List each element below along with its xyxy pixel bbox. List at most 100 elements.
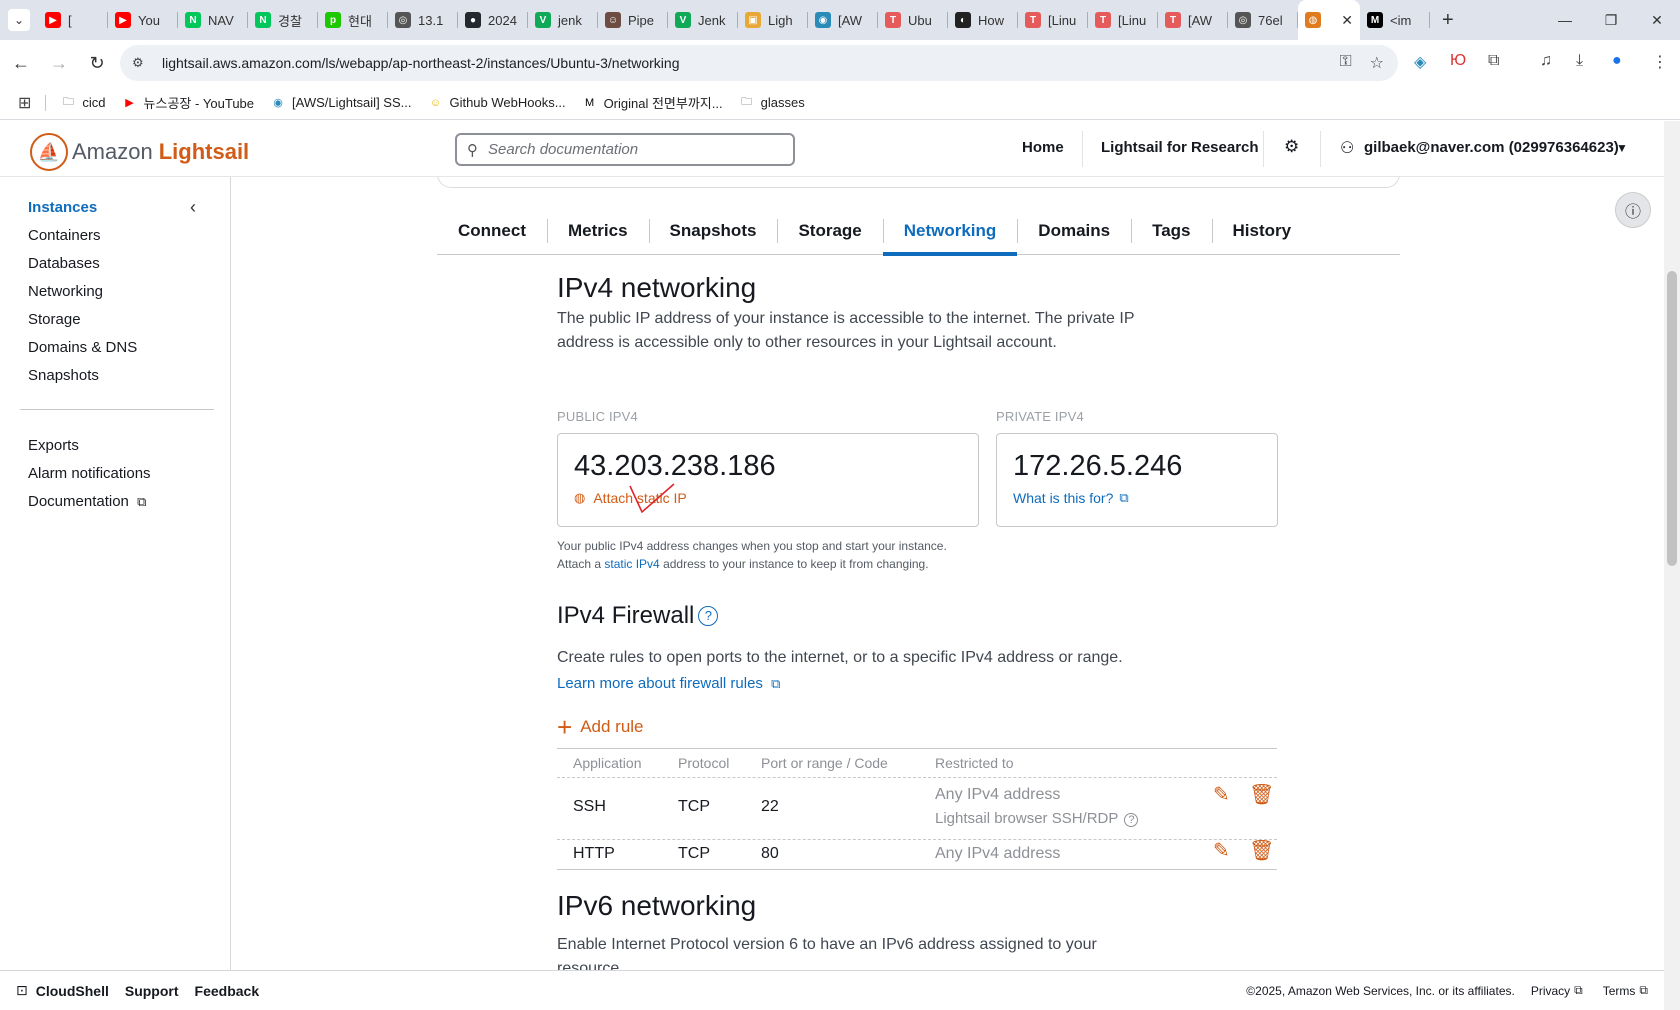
lightsail-logo[interactable]: ⛵ Amazon Lightsail	[30, 133, 249, 171]
password-key-icon[interactable]: ⚿	[1339, 53, 1351, 73]
browser-menu-icon[interactable]: ⋮	[1652, 52, 1668, 72]
collapse-sidebar-icon[interactable]: ‹	[190, 197, 196, 218]
learn-firewall-link[interactable]: Learn more about firewall rules ⧉	[557, 675, 780, 692]
delete-rule-icon[interactable]: 🗑	[1249, 838, 1274, 863]
browser-tab[interactable]: T [Linu	[1018, 0, 1088, 40]
settings-gear-icon[interactable]: ⚙	[1284, 137, 1299, 157]
extension-yu-icon[interactable]: Ю	[1450, 52, 1466, 70]
naver-favicon-icon: N	[255, 12, 271, 28]
bookmark-item[interactable]: ▶ 뉴스공장 - YouTube	[122, 93, 254, 112]
browser-tab[interactable]: ◍ ✕	[1298, 0, 1360, 40]
sidebar-item-containers[interactable]: Containers	[28, 227, 101, 244]
tab-snapshots[interactable]: Snapshots	[648, 207, 778, 255]
terms-link[interactable]: Terms	[1603, 984, 1636, 998]
download-icon[interactable]: ⤓	[1576, 52, 1583, 70]
col-protocol: Protocol	[678, 755, 730, 771]
sidebar-item-exports[interactable]: Exports	[28, 437, 79, 454]
account-menu[interactable]: gilbaek@naver.com (029976364623)	[1364, 139, 1619, 156]
what-is-this-for-link[interactable]: What is this for? ⧉	[1013, 490, 1129, 506]
close-tab-icon[interactable]: ✕	[1341, 12, 1353, 29]
browser-tab[interactable]: ▶[	[38, 0, 108, 40]
bookmark-item[interactable]: M Original 전면부까지...	[582, 93, 723, 112]
sidebar-item-storage[interactable]: Storage	[28, 311, 81, 328]
tab-metrics[interactable]: Metrics	[547, 207, 649, 255]
minimize-icon[interactable]: —	[1542, 0, 1588, 40]
privacy-link[interactable]: Privacy	[1531, 984, 1570, 998]
cell-restricted: Any IPv4 address	[935, 845, 1061, 862]
sidebar-item-instances[interactable]: Instances	[28, 199, 97, 216]
browser-tab[interactable]: V Jenk	[668, 0, 738, 40]
tab-tags[interactable]: Tags	[1131, 207, 1211, 255]
page-scrollbar[interactable]	[1664, 121, 1680, 1010]
tab-history[interactable]: History	[1211, 207, 1313, 255]
nav-home-link[interactable]: Home	[1022, 139, 1064, 156]
browser-tab[interactable]: M <im	[1360, 0, 1430, 40]
tab-search-dropdown-icon[interactable]: ⌄	[8, 9, 30, 31]
tab-connect[interactable]: Connect	[437, 207, 547, 255]
close-window-icon[interactable]: ✕	[1634, 0, 1680, 40]
ipv4-note-line1: Your public IPv4 address changes when yo…	[557, 539, 947, 553]
browser-tab[interactable]: T Ubu	[878, 0, 948, 40]
reload-icon[interactable]: ↻	[80, 46, 114, 80]
ssh-help-icon[interactable]: ?	[1124, 813, 1139, 827]
browser-tab[interactable]: ◉ [AW	[808, 0, 878, 40]
browser-tab[interactable]: T [AW	[1158, 0, 1228, 40]
browser-tab[interactable]: ◐ How	[948, 0, 1018, 40]
sidebar-item-databases[interactable]: Databases	[28, 255, 100, 272]
feedback-link[interactable]: Feedback	[195, 983, 260, 999]
browser-tab[interactable]: ◎ 13.1	[388, 0, 458, 40]
media-control-icon[interactable]: ♫	[1540, 52, 1552, 70]
bookmark-item[interactable]: ☺ Github WebHooks...	[427, 95, 566, 111]
bookmark-item[interactable]: 🗀 glasses	[739, 95, 805, 111]
browser-tab[interactable]: ▶ You	[108, 0, 178, 40]
sidebar-item-documentation[interactable]: Documentation ⧉	[28, 493, 146, 510]
static-ipv4-link[interactable]: static IPv4	[604, 557, 659, 571]
cell-restricted: Any IPv4 address	[935, 786, 1061, 803]
extension-aws-icon[interactable]: ◈	[1414, 52, 1426, 72]
browser-tab[interactable]: ▣ Ligh	[738, 0, 808, 40]
info-panel-icon[interactable]: ⓘ	[1615, 192, 1651, 228]
delete-rule-icon[interactable]: 🗑	[1249, 782, 1274, 807]
edit-rule-icon[interactable]: ✎	[1213, 838, 1230, 863]
apps-grid-icon[interactable]: ⊞	[18, 93, 31, 113]
bookmark-item[interactable]: 🗀 cicd	[60, 95, 106, 111]
tab-networking[interactable]: Networking	[882, 207, 1018, 256]
address-bar[interactable]: ⚙ lightsail.aws.amazon.com/ls/webapp/ap-…	[120, 45, 1398, 81]
search-documentation-input[interactable]: ⚲ Search documentation	[455, 133, 795, 166]
browser-tab[interactable]: p 현대	[318, 0, 388, 40]
note-pre: Attach a	[557, 557, 605, 571]
browser-tab[interactable]: Vjenk	[528, 0, 598, 40]
new-tab-icon[interactable]: +	[1442, 9, 1454, 32]
extensions-puzzle-icon[interactable]: ⧉	[1488, 52, 1499, 70]
restore-icon[interactable]: ❐	[1588, 0, 1634, 40]
bookmark-star-icon[interactable]: ☆	[1370, 53, 1384, 73]
nav-research-link[interactable]: Lightsail for Research	[1101, 139, 1259, 156]
profile-avatar-icon[interactable]: ●	[1612, 52, 1622, 70]
back-icon[interactable]: ←	[4, 46, 38, 80]
browser-tab[interactable]: T [Linu	[1088, 0, 1158, 40]
browser-tab[interactable]: ◎ 76el	[1228, 0, 1298, 40]
folder-icon: 🗀	[741, 96, 753, 108]
bookmark-item[interactable]: ◉ [AWS/Lightsail] SS...	[270, 95, 411, 111]
browser-tab[interactable]: N NAV	[178, 0, 248, 40]
sidebar-item-domains[interactable]: Domains & DNS	[28, 339, 137, 356]
site-info-icon[interactable]: ⚙	[132, 55, 150, 71]
firewall-help-icon[interactable]: ?	[698, 605, 719, 626]
edit-rule-icon[interactable]: ✎	[1213, 782, 1230, 807]
browser-tab[interactable]: ☺ Pipe	[598, 0, 668, 40]
cloudshell-button[interactable]: ⊡ CloudShell	[16, 982, 109, 999]
tab-domains[interactable]: Domains	[1017, 207, 1131, 255]
sidebar-item-snapshots[interactable]: Snapshots	[28, 367, 99, 384]
account-caret-icon[interactable]: ▼	[1616, 141, 1628, 155]
browser-tab[interactable]: ● 2024	[458, 0, 528, 40]
scrollbar-thumb[interactable]	[1667, 271, 1677, 566]
browser-tab[interactable]: N 경찰	[248, 0, 318, 40]
sidebar-item-alarms[interactable]: Alarm notifications	[28, 465, 151, 482]
browser-tab-label: How	[978, 12, 1005, 28]
tab-storage[interactable]: Storage	[777, 207, 882, 255]
sidebar-item-networking[interactable]: Networking	[28, 283, 103, 300]
support-link[interactable]: Support	[125, 983, 179, 999]
forward-icon[interactable]: →	[42, 46, 76, 80]
table-header: Application Protocol Port or range / Cod…	[557, 748, 1277, 778]
add-rule-button[interactable]: + Add rule	[557, 714, 644, 740]
